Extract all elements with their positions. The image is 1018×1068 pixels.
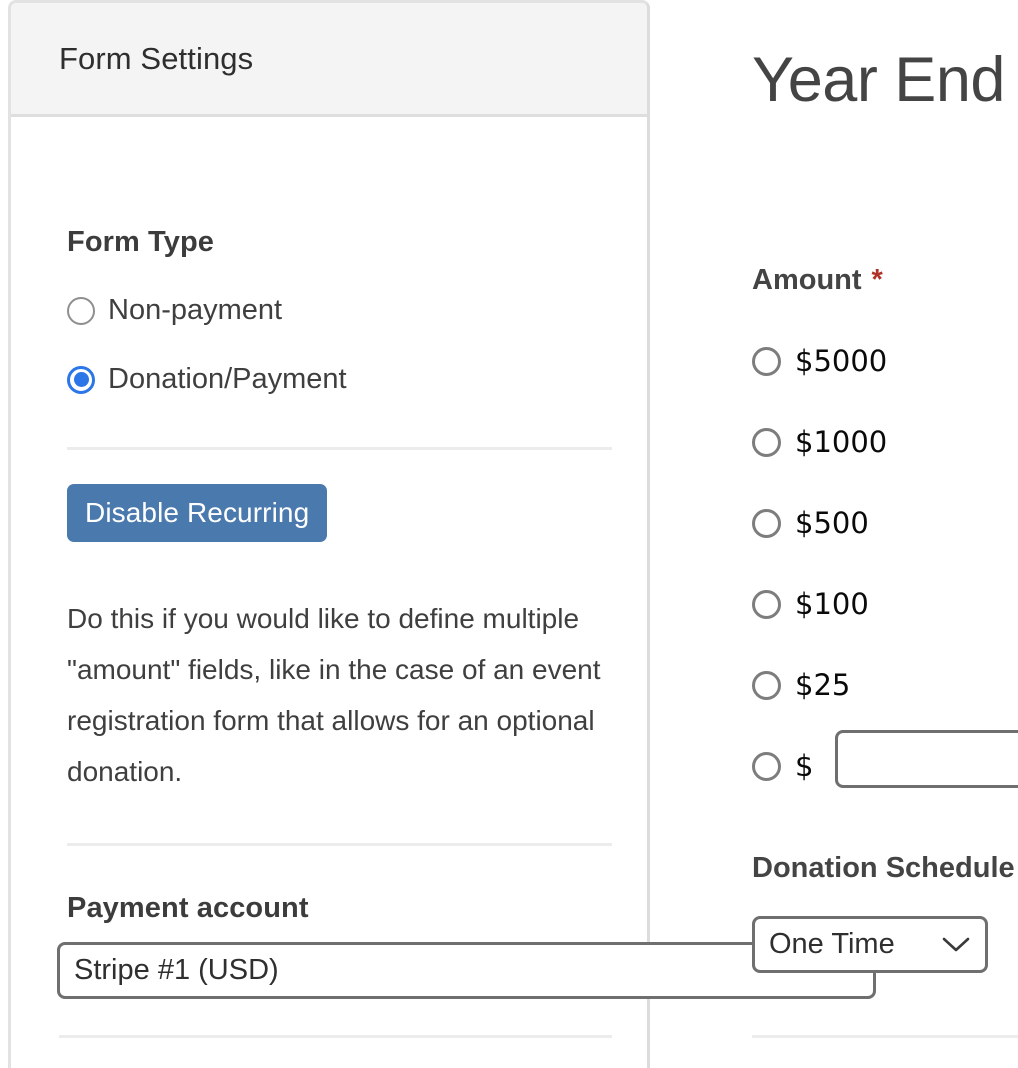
disable-recurring-help-text: Do this if you would like to define mult… [67, 603, 601, 787]
divider-after-payment-account [59, 1035, 612, 1038]
donation-schedule-select[interactable]: One Time [752, 916, 988, 973]
divider-after-form-type [67, 447, 612, 450]
payment-account-selected-value: Stripe #1 (USD) [74, 954, 279, 986]
radio-label-donation-payment: Donation/Payment [108, 363, 347, 395]
amount-label-25: $25 [795, 668, 851, 702]
radio-indicator-donation-payment[interactable] [67, 365, 95, 394]
amount-label-text: Amount [752, 264, 862, 296]
radio-option-non-payment[interactable]: Non-payment [67, 294, 282, 327]
amount-radio-1000[interactable] [752, 427, 781, 457]
amount-label-100: $100 [795, 587, 869, 621]
divider-after-help-text [67, 843, 612, 846]
form-type-label: Form Type [67, 226, 214, 258]
amount-currency-symbol: $ [795, 749, 814, 783]
panel-header: Form Settings [11, 3, 647, 117]
amount-field-label: Amount * [752, 264, 883, 297]
amount-option-100[interactable]: $100 [752, 587, 869, 621]
required-asterisk: * [871, 264, 883, 296]
panel-title: Form Settings [59, 41, 254, 76]
chevron-down-icon [942, 937, 970, 951]
screen-root: Form Settings Form Type Non-payment Dona… [0, 0, 1018, 1068]
amount-option-500[interactable]: $500 [752, 506, 869, 540]
donation-schedule-label: Donation Schedule [752, 852, 1015, 884]
amount-custom-input[interactable] [835, 730, 1018, 788]
radio-indicator-non-payment[interactable] [67, 296, 95, 325]
radio-label-non-payment: Non-payment [108, 294, 283, 326]
amount-option-5000[interactable]: $5000 [752, 344, 887, 378]
panel-body: Form Type Non-payment Donation/Payment D… [11, 120, 647, 1068]
amount-option-25[interactable]: $25 [752, 668, 850, 702]
amount-label-5000: $5000 [795, 344, 888, 378]
form-preview-column: Year End Amount * $5000 $1000 $500 $100 $… [650, 0, 1018, 1068]
donation-schedule-selected-value: One Time [769, 928, 895, 960]
amount-radio-custom[interactable] [752, 751, 781, 781]
radio-option-donation-payment[interactable]: Donation/Payment [67, 363, 347, 396]
divider-after-donation-schedule [752, 1035, 1018, 1038]
amount-label-1000: $1000 [795, 425, 888, 459]
amount-label-500: $500 [795, 506, 869, 540]
amount-radio-100[interactable] [752, 589, 781, 619]
disable-recurring-button[interactable]: Disable Recurring [67, 484, 328, 542]
form-settings-panel: Form Settings Form Type Non-payment Dona… [8, 0, 650, 1068]
amount-option-custom[interactable]: $ [752, 749, 813, 783]
amount-radio-5000[interactable] [752, 346, 781, 376]
form-preview-title: Year End [752, 45, 1005, 115]
payment-account-label: Payment account [67, 892, 309, 924]
amount-option-1000[interactable]: $1000 [752, 425, 887, 459]
amount-radio-25[interactable] [752, 670, 781, 700]
amount-radio-500[interactable] [752, 508, 781, 538]
